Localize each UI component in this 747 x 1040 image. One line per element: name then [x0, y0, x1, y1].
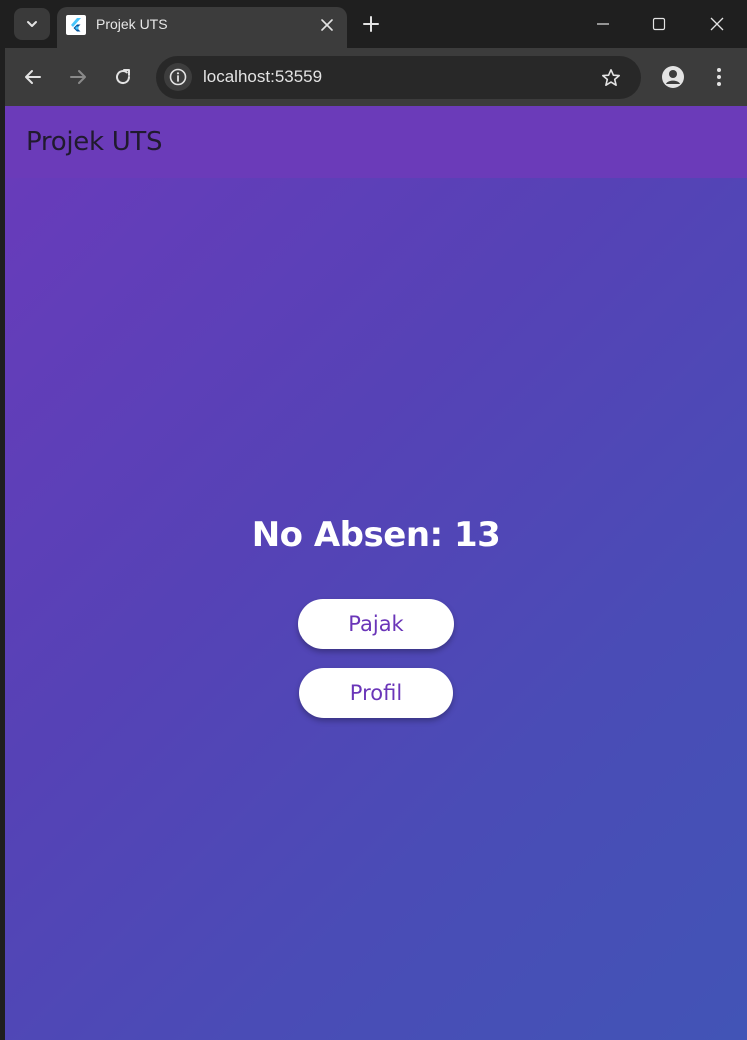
tab-strip: Projek UTS — [0, 0, 747, 48]
close-icon — [710, 17, 724, 31]
bookmark-button[interactable] — [598, 65, 624, 91]
maximize-icon — [652, 17, 666, 31]
url-text[interactable]: localhost:53559 — [203, 67, 322, 87]
tab-search-button[interactable] — [14, 8, 50, 40]
browser-toolbar: localhost:53559 — [5, 48, 747, 106]
site-info-button[interactable] — [164, 63, 192, 91]
reload-icon — [116, 69, 131, 85]
minimize-icon — [597, 23, 609, 25]
tab-title: Projek UTS — [96, 16, 168, 32]
chevron-down-icon — [27, 21, 37, 27]
maximize-button[interactable] — [636, 8, 682, 40]
new-tab-button[interactable] — [359, 12, 383, 36]
browser-menu-button[interactable] — [706, 64, 732, 90]
back-button[interactable] — [18, 62, 48, 92]
pajak-button[interactable]: Pajak — [298, 599, 454, 649]
forward-button[interactable] — [63, 62, 93, 92]
arrow-left-icon — [25, 70, 41, 84]
plus-icon — [363, 16, 379, 32]
app-title: Projek UTS — [26, 127, 163, 157]
more-vert-icon — [717, 68, 721, 86]
close-icon[interactable] — [316, 14, 338, 36]
info-icon — [169, 68, 187, 86]
browser-tab[interactable]: Projek UTS — [57, 7, 347, 48]
app-bar: Projek UTS — [5, 106, 747, 178]
star-icon — [602, 69, 620, 86]
absen-label: No Absen: 13 — [251, 515, 501, 555]
profil-button[interactable]: Profil — [299, 668, 453, 718]
arrow-right-icon — [70, 70, 86, 84]
page-viewport: Projek UTS No Absen: 13 Pajak Profil — [5, 106, 747, 1040]
profile-button[interactable] — [660, 64, 686, 90]
person-icon — [662, 66, 684, 88]
close-window-button[interactable] — [694, 8, 740, 40]
reload-button[interactable] — [108, 62, 138, 92]
flutter-icon — [66, 15, 86, 35]
main-content: No Absen: 13 Pajak Profil — [5, 178, 747, 1040]
minimize-button[interactable] — [580, 8, 626, 40]
address-bar[interactable]: localhost:53559 — [156, 56, 641, 99]
